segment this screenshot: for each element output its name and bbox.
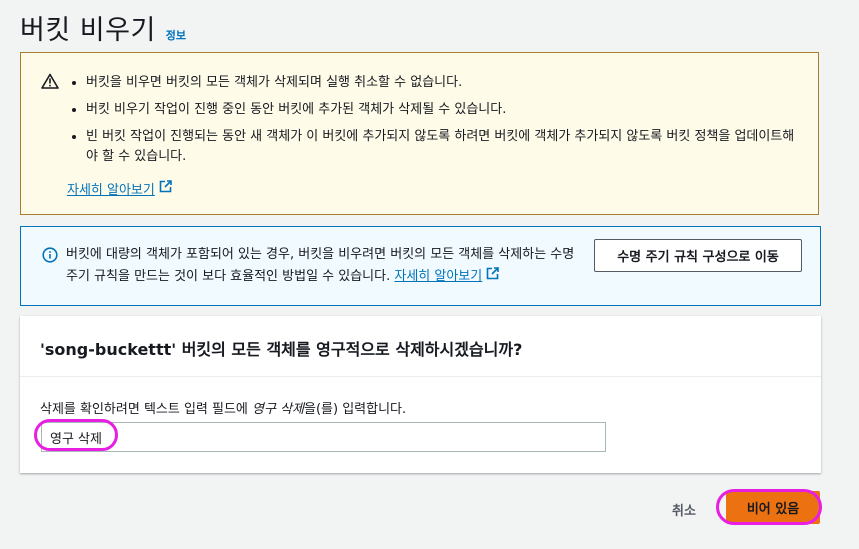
warning-triangle-icon	[41, 73, 59, 93]
learn-more-label: 자세히 알아보기	[67, 183, 155, 198]
page-header: 버킷 비우기 정보	[20, 8, 186, 47]
info-learn-more-link[interactable]: 자세히 알아보기	[394, 266, 500, 288]
confirm-panel: 'song-buckettt' 버킷의 모든 객체를 영구적으로 삭제하시겠습니…	[20, 316, 821, 473]
warning-item: 빈 버킷 작업이 진행되는 동안 새 객체가 이 버킷에 추가되지 않도록 하려…	[86, 127, 806, 167]
external-link-icon	[486, 266, 500, 288]
confirm-label: 삭제를 확인하려면 텍스트 입력 필드에 영구 삭제을(를) 입력합니다.	[40, 398, 406, 417]
external-link-icon	[159, 180, 172, 197]
label-prefix: 삭제를 확인하려면 텍스트 입력 필드에	[40, 402, 253, 417]
learn-more-label: 자세히 알아보기	[394, 269, 483, 284]
label-emphasis: 영구 삭제	[252, 402, 305, 417]
info-text: 버킷에 대량의 객체가 포함되어 있는 경우, 버킷을 비우려면 버킷의 모든 …	[66, 244, 586, 288]
page-title: 버킷 비우기	[20, 15, 156, 46]
lifecycle-rule-button[interactable]: 수명 주기 규칙 구성으로 이동	[594, 239, 802, 272]
cancel-button[interactable]: 취소	[672, 500, 696, 519]
info-alert: 버킷에 대량의 객체가 포함되어 있는 경우, 버킷을 비우려면 버킷의 모든 …	[20, 226, 821, 306]
confirm-input[interactable]	[41, 422, 606, 452]
warning-learn-more-link[interactable]: 자세히 알아보기	[67, 179, 172, 198]
panel-title: 'song-buckettt' 버킷의 모든 객체를 영구적으로 삭제하시겠습니…	[40, 340, 523, 359]
label-suffix: 을(를) 입력합니다.	[304, 402, 407, 417]
panel-header: 'song-buckettt' 버킷의 모든 객체를 영구적으로 삭제하시겠습니…	[20, 316, 821, 377]
warning-item: 버킷 비우기 작업이 진행 중인 동안 버킷에 추가된 객체가 삭제될 수 있습…	[86, 100, 806, 120]
info-circle-icon	[42, 247, 58, 267]
warning-item: 버킷을 비우면 버킷의 모든 객체가 삭제되며 실행 취소할 수 없습니다.	[86, 73, 806, 93]
empty-bucket-button[interactable]: 비어 있음	[726, 491, 820, 524]
warning-list: 버킷을 비우면 버킷의 모든 객체가 삭제되며 실행 취소할 수 없습니다. 버…	[68, 73, 806, 167]
warning-alert: 버킷을 비우면 버킷의 모든 객체가 삭제되며 실행 취소할 수 없습니다. 버…	[20, 52, 819, 215]
info-link[interactable]: 정보	[166, 27, 186, 43]
